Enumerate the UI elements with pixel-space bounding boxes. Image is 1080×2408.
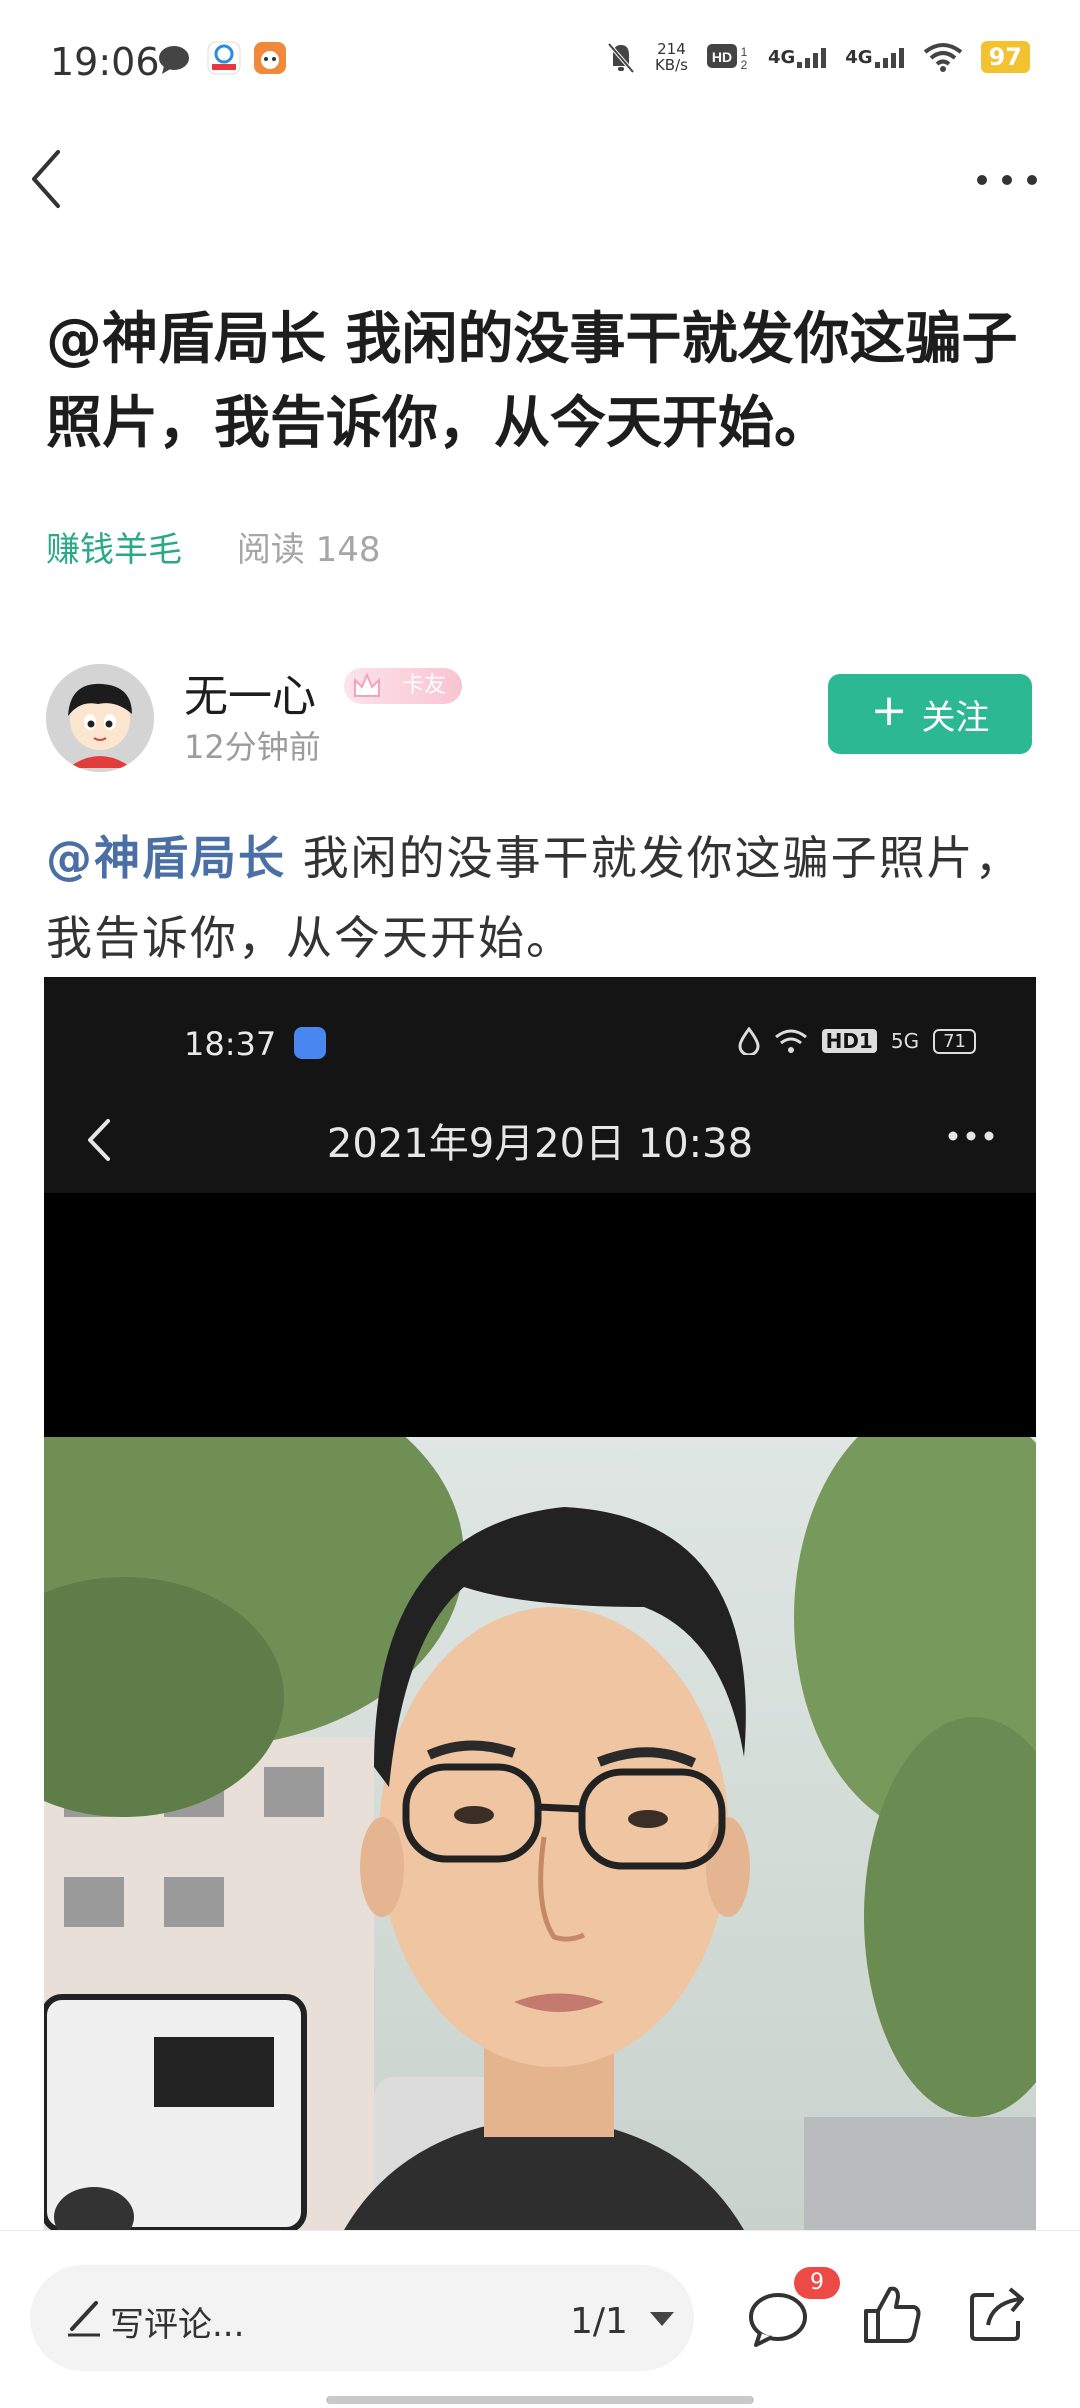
embedded-black-area <box>44 1193 1036 1437</box>
status-time: 19:06 <box>50 40 160 84</box>
svg-text:2: 2 <box>741 58 748 72</box>
selfie-photo <box>44 1437 1036 2230</box>
embedded-date-title: 2021年9月20日 10:38 <box>326 1121 754 1167</box>
post-detail-page: 19:06 214 KB/s HD 1 2 4G 4G 97 @神盾局长 我闲的… <box>0 0 1080 2408</box>
status-bar: 19:06 214 KB/s HD 1 2 4G 4G 97 <box>0 0 1080 126</box>
signal-4g-2: 4G <box>845 46 904 68</box>
article-title: @神盾局长 我闲的没事干就发你这骗子照片，我告诉你，从今天开始。 <box>46 307 1018 456</box>
drop-icon <box>738 1027 760 1055</box>
embedded-net-label: 5G <box>890 1029 920 1053</box>
embedded-more-icon <box>948 1131 994 1141</box>
signal-bars-icon <box>797 48 827 68</box>
read-count: 阅读 148 <box>236 530 381 570</box>
post-body: @神盾局长 我闲的没事干就发你这骗子照片，我告诉你，从今天开始。 <box>46 818 1046 978</box>
comment-placeholder: 写评论... <box>110 2305 245 2345</box>
share-icon[interactable] <box>968 2285 1028 2343</box>
svg-text:HD: HD <box>712 49 732 65</box>
comment-input[interactable]: 写评论... 1/1 <box>30 2265 694 2371</box>
home-indicator[interactable] <box>326 2396 754 2404</box>
follow-button[interactable]: + 关注 <box>828 674 1032 754</box>
mention-link[interactable]: @神盾局长 <box>46 831 286 885</box>
plus-icon: + <box>870 685 908 736</box>
comment-icon[interactable] <box>748 2291 808 2347</box>
post-image[interactable]: 18:37 HD1 5G 71 2021年9月20日 10:38 <box>44 977 1036 2230</box>
avatar-cartoon-icon <box>46 664 154 772</box>
signal-4g-1: 4G <box>768 46 827 68</box>
embedded-wifi-icon <box>774 1029 807 1053</box>
avatar[interactable] <box>46 664 154 772</box>
mobile-carrier-icon <box>207 41 241 75</box>
embedded-app-icon <box>294 1027 326 1059</box>
bottom-action-bar: 写评论... 1/1 9 <box>0 2230 1080 2408</box>
battery-level: 97 <box>980 41 1030 73</box>
embedded-hd-label: HD1 <box>821 1029 877 1053</box>
network-speed: 214 KB/s <box>654 40 688 74</box>
svg-text:1: 1 <box>741 45 748 59</box>
status-right-icons: 214 KB/s HD 1 2 4G 4G 97 <box>605 40 1030 74</box>
pen-icon <box>68 2301 100 2337</box>
page-indicator[interactable]: 1/1 <box>570 2301 628 2342</box>
article-meta: 赚钱羊毛 阅读 148 <box>46 522 381 571</box>
crown-icon <box>354 672 380 697</box>
like-thumbs-up-icon[interactable] <box>862 2283 922 2345</box>
member-badge: 卡友 <box>344 668 462 704</box>
embedded-phone-header: 18:37 HD1 5G 71 2021年9月20日 10:38 <box>44 977 1036 1193</box>
hd-call-icon: HD 1 2 <box>706 44 748 72</box>
author-name[interactable]: 无一心 <box>184 660 316 724</box>
follow-label: 关注 <box>921 697 990 738</box>
caret-down-icon[interactable] <box>648 2309 676 2329</box>
more-options-icon[interactable] <box>972 168 1042 192</box>
signal-bars-icon <box>874 48 904 68</box>
category-link[interactable]: 赚钱羊毛 <box>46 530 182 570</box>
wifi-icon <box>923 43 962 72</box>
embedded-battery: 71 <box>933 1028 976 1054</box>
post-time: 12分钟前 <box>184 728 321 766</box>
message-notification-icon <box>159 46 189 74</box>
embedded-status-icons: HD1 5G 71 <box>738 1027 976 1055</box>
app-notification-icon <box>254 42 286 74</box>
back-icon[interactable] <box>28 148 68 210</box>
embedded-status-time: 18:37 <box>184 1025 277 1063</box>
mute-bell-icon <box>607 42 635 74</box>
comment-count-badge: 9 <box>794 2267 840 2299</box>
